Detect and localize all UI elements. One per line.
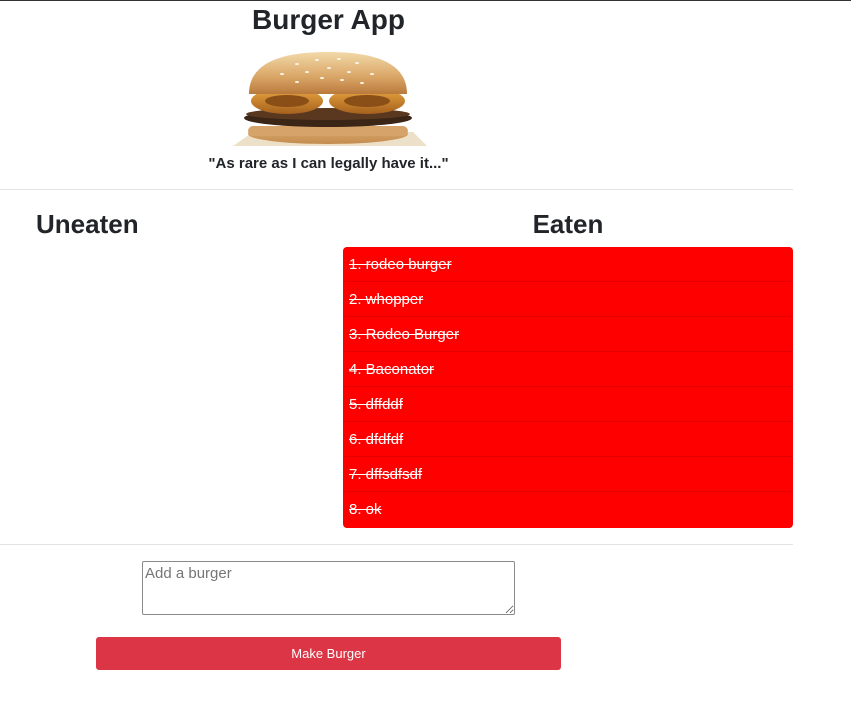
eaten-item[interactable]: 1. rodeo burger — [343, 247, 793, 282]
eaten-list: 1. rodeo burger 2. whopper 3. Rodeo Burg… — [343, 247, 793, 528]
make-burger-button[interactable]: Make Burger — [96, 637, 561, 670]
tagline: "As rare as I can legally have it..." — [208, 155, 449, 172]
divider-top — [0, 189, 793, 190]
burger-name-input[interactable] — [142, 561, 515, 615]
eaten-item[interactable]: 8. ok — [343, 492, 793, 527]
eaten-item[interactable]: 7. dffsdfsdf — [343, 457, 793, 492]
top-border — [0, 0, 851, 1]
eaten-item[interactable]: 5. dffddf — [343, 387, 793, 422]
burger-image — [233, 52, 427, 146]
eaten-item[interactable]: 4. Baconator — [343, 352, 793, 387]
uneaten-list — [0, 247, 330, 257]
eaten-item[interactable]: 3. Rodeo Burger — [343, 317, 793, 352]
eaten-item[interactable]: 6. dfdfdf — [343, 422, 793, 457]
divider-bottom — [0, 544, 793, 545]
uneaten-heading: Uneaten — [36, 209, 139, 239]
eaten-item[interactable]: 2. whopper — [343, 282, 793, 317]
eaten-heading: Eaten — [532, 209, 604, 239]
page-title: Burger App — [252, 4, 405, 35]
